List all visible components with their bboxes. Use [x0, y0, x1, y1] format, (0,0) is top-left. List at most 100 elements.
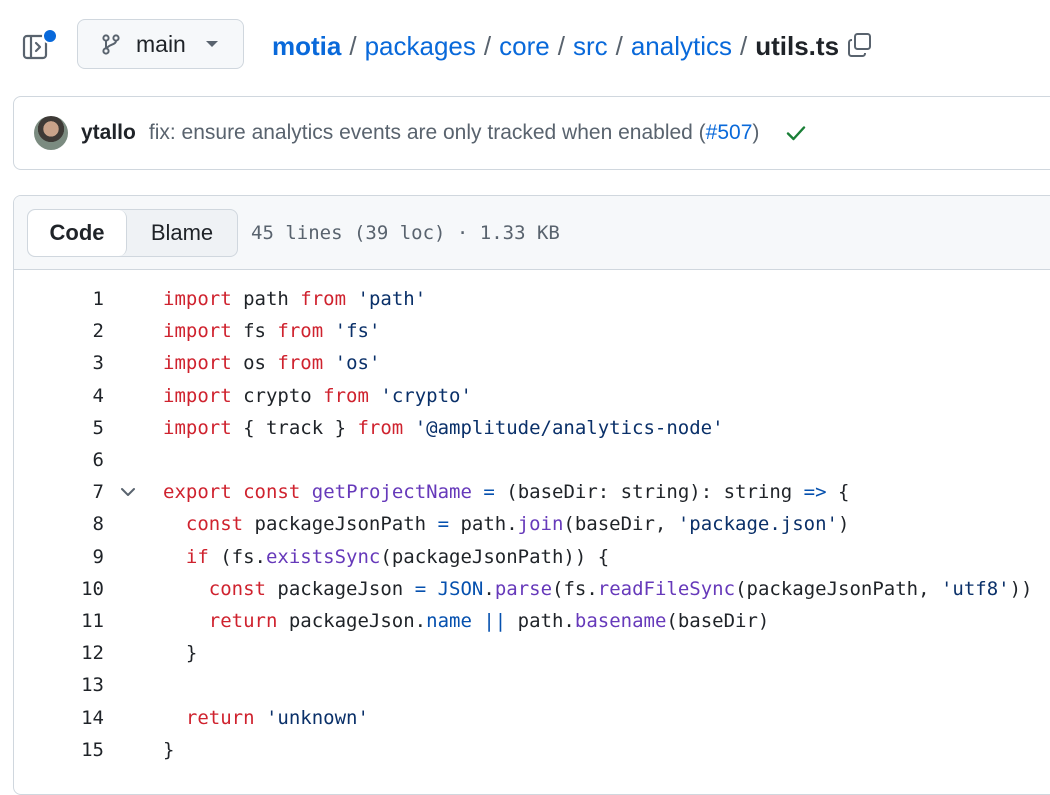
code-token: (baseDir): [666, 609, 770, 632]
code-token: const: [243, 481, 301, 504]
line-number[interactable]: 7: [14, 481, 104, 503]
commit-message[interactable]: fix: ensure analytics events are only tr…: [149, 121, 760, 145]
code-text: }: [163, 642, 197, 664]
code-token: )): [1009, 577, 1033, 600]
code-line: 4 import crypto from 'crypto': [14, 380, 1050, 412]
line-number[interactable]: 14: [14, 707, 104, 729]
line-number[interactable]: 6: [14, 449, 104, 471]
breadcrumb-repo-link[interactable]: motia: [272, 31, 341, 62]
line-number[interactable]: 1: [14, 288, 104, 310]
code-token: (fs.: [208, 545, 266, 568]
commit-message-text: fix: ensure analytics events are only tr…: [148, 121, 706, 144]
code-token: import: [163, 416, 232, 439]
breadcrumb-dir-analytics[interactable]: analytics: [631, 31, 732, 62]
code-token: from: [277, 352, 324, 375]
breadcrumb-dir-core[interactable]: core: [499, 31, 550, 62]
code-token: getProjectName: [311, 481, 472, 504]
code-token: { track }: [231, 416, 358, 439]
breadcrumb-separator: /: [483, 30, 492, 61]
sidebar-toggle-button[interactable]: [22, 28, 58, 62]
code-line: 3 import os from 'os': [14, 347, 1050, 379]
line-number[interactable]: 4: [14, 385, 104, 407]
branch-selector-button[interactable]: main: [77, 19, 244, 69]
line-number[interactable]: 8: [14, 513, 104, 535]
code-token: {: [826, 481, 850, 504]
code-line: 1 import path from 'path': [14, 283, 1050, 315]
code-line: 11 return packageJson.name || path.basen…: [14, 605, 1050, 637]
code-text: if (fs.existsSync(packageJsonPath)) {: [163, 546, 609, 568]
code-token: path: [231, 288, 301, 311]
code-token: from: [357, 416, 404, 439]
code-token: from: [300, 288, 347, 311]
line-number[interactable]: 11: [14, 610, 104, 632]
line-number[interactable]: 2: [14, 320, 104, 342]
code-token: }: [163, 738, 175, 761]
code-token: os: [231, 352, 278, 375]
code-token: if: [185, 545, 209, 568]
tab-code[interactable]: Code: [28, 209, 127, 256]
code-text: import { track } from '@amplitude/analyt…: [163, 417, 724, 439]
avatar[interactable]: [34, 116, 68, 150]
code-line: 9 if (fs.existsSync(packageJsonPath)) {: [14, 541, 1050, 573]
code-text: }: [163, 739, 174, 761]
check-icon[interactable]: [785, 122, 807, 144]
chevron-down-icon: [206, 41, 218, 47]
code-token: JSON: [437, 577, 484, 600]
code-text: const packageJson = JSON.parse(fs.readFi…: [163, 578, 1033, 600]
breadcrumb-separator: /: [740, 30, 748, 61]
code-token: 'package.json': [677, 513, 838, 536]
code-token: =: [483, 481, 495, 504]
line-number[interactable]: 13: [14, 674, 104, 696]
code-text: import fs from 'fs': [163, 320, 380, 342]
line-number[interactable]: 5: [14, 417, 104, 439]
pull-request-link[interactable]: #507: [706, 121, 753, 144]
breadcrumb-dir-packages[interactable]: packages: [365, 31, 476, 62]
code-line: 6: [14, 444, 1050, 476]
code-token: .: [483, 577, 495, 600]
code-token: const: [208, 577, 266, 600]
line-number[interactable]: 10: [14, 578, 104, 600]
code-text: import path from 'path': [163, 288, 426, 310]
code-token: export: [163, 481, 232, 504]
commit-author[interactable]: ytallo: [81, 121, 136, 145]
line-number[interactable]: 9: [14, 546, 104, 568]
chevron-down-icon[interactable]: [120, 486, 136, 498]
code-lines: 1 import path from 'path' 2 import fs from …: [14, 270, 1050, 766]
code-token: ||: [483, 609, 507, 632]
line-number[interactable]: 3: [14, 352, 104, 374]
code-text: import crypto from 'crypto': [163, 385, 472, 407]
line-number[interactable]: 15: [14, 739, 104, 761]
code-token: join: [517, 513, 564, 536]
code-token: packageJsonPath: [243, 513, 438, 536]
code-token: const: [185, 513, 244, 536]
view-mode-toggle: Code Blame: [27, 208, 238, 257]
code-token: return: [208, 609, 278, 632]
code-token: =: [437, 513, 450, 536]
code-token: 'path': [357, 288, 427, 311]
line-number[interactable]: 12: [14, 642, 104, 664]
code-text: export const getProjectName = (baseDir: …: [163, 481, 849, 503]
breadcrumb-file-name: utils.ts: [755, 30, 840, 61]
code-token: import: [163, 384, 232, 407]
code-token: ): [837, 513, 850, 536]
code-token: 'crypto': [380, 384, 472, 407]
code-token: fs: [231, 320, 278, 343]
code-token: (baseDir: string): string: [494, 481, 804, 504]
code-token: 'fs': [334, 320, 381, 343]
tab-blame[interactable]: Blame: [127, 210, 237, 256]
copy-path-icon[interactable]: [847, 32, 873, 58]
breadcrumb-dir-src[interactable]: src: [573, 31, 608, 62]
code-token: 'utf8': [940, 577, 1010, 600]
code-token: return: [185, 706, 255, 729]
